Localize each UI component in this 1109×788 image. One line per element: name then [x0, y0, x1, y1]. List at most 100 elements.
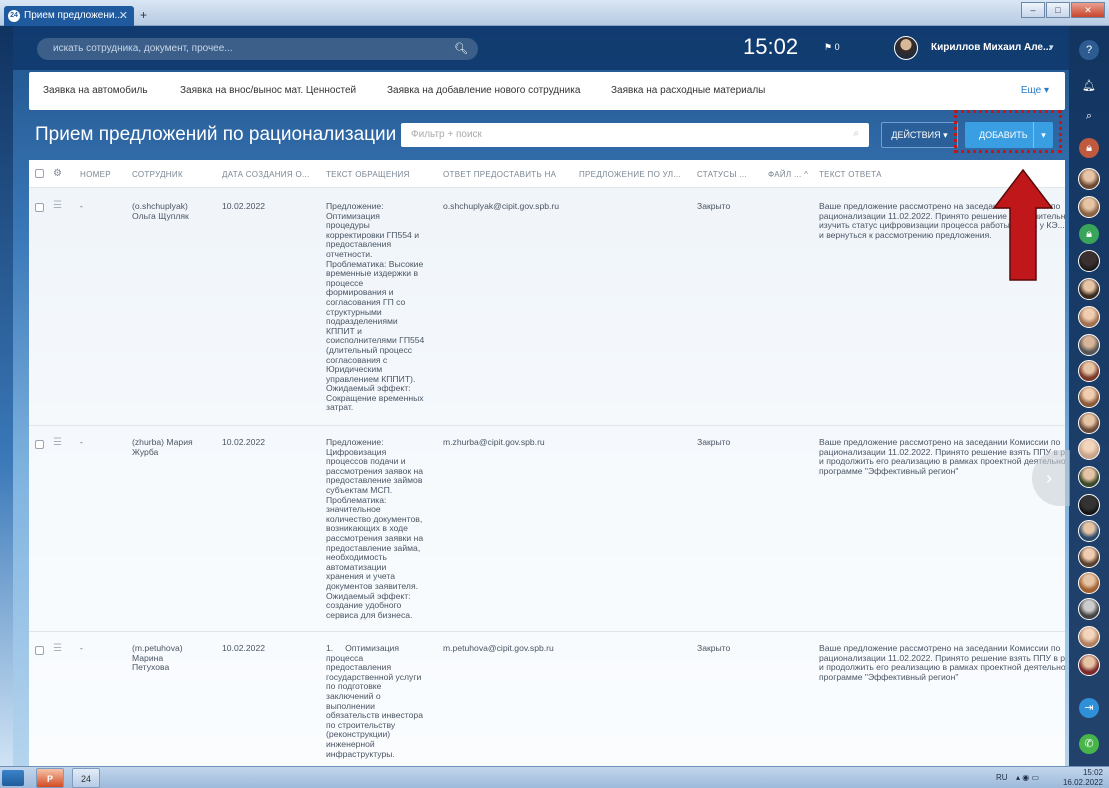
- portal-header: искать сотрудника, документ, прочее... 🔍…: [13, 26, 1069, 70]
- contact-avatar[interactable]: [1078, 334, 1100, 356]
- quick-tab-car[interactable]: Заявка на автомобиль: [43, 85, 148, 96]
- cell-reply-to: m.petuhova@cipit.gov.spb.ru: [443, 643, 554, 653]
- contact-avatar[interactable]: [1078, 598, 1100, 620]
- contact-avatar[interactable]: [1078, 466, 1100, 488]
- row-checkbox[interactable]: [35, 646, 44, 655]
- menu-icon[interactable]: ☰: [53, 200, 62, 211]
- lock-icon[interactable]: 🔒︎: [1079, 224, 1099, 244]
- help-icon[interactable]: ?: [1079, 40, 1099, 60]
- contact-avatar[interactable]: [1078, 250, 1100, 272]
- contact-avatar[interactable]: [1078, 306, 1100, 328]
- contact-avatar[interactable]: [1078, 360, 1100, 382]
- contact-avatar[interactable]: [1078, 654, 1100, 676]
- cell-created: 10.02.2022: [222, 437, 266, 447]
- quick-tab-valuables[interactable]: Заявка на внос/вынос мат. Ценностей: [180, 85, 356, 96]
- cell-text: Предложение: Цифровизация процессов пода…: [326, 437, 424, 620]
- col-proposal[interactable]: ПРЕДЛОЖЕНИЕ ПО УЛ...: [579, 170, 681, 179]
- flag-counter[interactable]: ⚑ 0: [824, 42, 840, 53]
- page-title: Прием предложений по рационализации ☆: [35, 124, 415, 146]
- gear-icon[interactable]: ⚙: [53, 168, 62, 179]
- search-icon[interactable]: ⌕: [853, 128, 859, 139]
- search-icon[interactable]: 🔍︎: [454, 42, 468, 55]
- table-row[interactable]: ☰ - (zhurba) Мария Журба 10.02.2022 Пред…: [29, 426, 1065, 632]
- site-favicon-icon: 24: [8, 10, 20, 22]
- cell-text: 1. Оптимизация процесса предоставления г…: [326, 643, 423, 759]
- cell-number: -: [80, 437, 83, 447]
- global-search-input[interactable]: искать сотрудника, документ, прочее... 🔍…: [37, 38, 478, 60]
- new-tab-button[interactable]: +: [140, 8, 147, 22]
- contact-avatar[interactable]: [1078, 572, 1100, 594]
- page-title-text: Прием предложений по рационализации: [35, 124, 397, 145]
- cell-status: Закрыто: [697, 201, 731, 211]
- close-tab-icon[interactable]: ✕: [119, 9, 128, 22]
- powerpoint-icon[interactable]: P: [36, 768, 64, 788]
- user-avatar[interactable]: [894, 36, 918, 60]
- actions-dropdown-button[interactable]: ДЕЙСТВИЯ ▾: [881, 122, 958, 148]
- browser-tab[interactable]: 24 Прием предложени... ✕: [4, 6, 134, 26]
- search-placeholder: искать сотрудника, документ, прочее...: [53, 43, 233, 54]
- taskbar-clock[interactable]: 15:02 16.02.2022: [1063, 768, 1103, 788]
- cell-number: -: [80, 201, 83, 211]
- quick-requests-bar: Заявка на автомобиль Заявка на внос/выно…: [29, 72, 1065, 110]
- taskbar-time: 15:02: [1082, 768, 1103, 777]
- more-label: Еще: [1020, 85, 1042, 96]
- col-employee[interactable]: СОТРУДНИК: [132, 170, 183, 179]
- chevron-down-icon[interactable]: ▾: [1049, 42, 1054, 53]
- close-window-button[interactable]: ✕: [1071, 2, 1105, 18]
- row-checkbox[interactable]: [35, 203, 44, 212]
- tray-icons[interactable]: ▴ ◉ ▭: [1016, 773, 1039, 782]
- maximize-button[interactable]: □: [1046, 2, 1070, 18]
- menu-icon[interactable]: ☰: [53, 437, 62, 448]
- language-indicator[interactable]: RU: [996, 773, 1008, 782]
- cell-employee[interactable]: (zhurba) Мария Журба: [132, 437, 193, 457]
- contact-avatar[interactable]: [1078, 438, 1100, 460]
- contact-avatar[interactable]: [1078, 386, 1100, 408]
- contact-avatar[interactable]: [1078, 520, 1100, 542]
- quick-tab-new-employee[interactable]: Заявка на добавление нового сотрудника: [387, 85, 580, 96]
- cell-employee[interactable]: (o.shchuplyak) Ольга Щупляк: [132, 201, 189, 221]
- window-controls: – □ ✕: [1021, 2, 1105, 18]
- lock-icon[interactable]: 🔒︎: [1079, 138, 1099, 158]
- contact-avatar[interactable]: [1078, 494, 1100, 516]
- row-checkbox[interactable]: [35, 440, 44, 449]
- contact-avatar[interactable]: [1078, 196, 1100, 218]
- taskbar-date: 16.02.2022: [1062, 778, 1103, 787]
- contact-avatar[interactable]: [1078, 412, 1100, 434]
- contact-avatar[interactable]: [1078, 168, 1100, 190]
- col-text[interactable]: ТЕКСТ ОБРАЩЕНИЯ: [326, 170, 410, 179]
- quick-tab-supplies[interactable]: Заявка на расходные материалы: [611, 85, 765, 96]
- col-file[interactable]: ФАЙЛ ... ^: [768, 170, 808, 179]
- cell-number: -: [80, 643, 83, 653]
- menu-icon[interactable]: ☰: [53, 643, 62, 654]
- contact-avatar[interactable]: [1078, 546, 1100, 568]
- table-row[interactable]: ☰ - (o.shchuplyak) Ольга Щупляк 10.02.20…: [29, 188, 1065, 426]
- contact-avatar[interactable]: [1078, 278, 1100, 300]
- app-badge: 24: [80, 774, 91, 784]
- start-button[interactable]: [2, 770, 24, 786]
- filter-placeholder: Фильтр + поиск: [411, 129, 482, 140]
- cell-employee[interactable]: (m.petuhova) Марина Петухова: [132, 643, 183, 673]
- phone-icon[interactable]: ✆: [1079, 734, 1099, 754]
- logout-icon[interactable]: ⇥: [1079, 698, 1099, 718]
- cell-status: Закрыто: [697, 437, 731, 447]
- select-all-checkbox[interactable]: [35, 169, 44, 178]
- minimize-button[interactable]: –: [1021, 2, 1045, 18]
- more-menu[interactable]: Еще ▾: [1021, 85, 1049, 96]
- user-name[interactable]: Кириллов Михаил Але...: [931, 42, 1051, 53]
- desktop-edge: [0, 0, 13, 766]
- col-answer[interactable]: ТЕКСТ ОТВЕТА: [819, 170, 882, 179]
- bell-icon[interactable]: 🔔︎: [1079, 76, 1099, 96]
- col-created[interactable]: ДАТА СОЗДАНИЯ О...: [222, 170, 310, 179]
- search-icon[interactable]: ⌕: [1079, 106, 1099, 126]
- header-clock: 15:02: [743, 34, 799, 59]
- col-reply-to[interactable]: ОТВЕТ ПРЕДОСТАВИТЬ НА: [443, 170, 556, 179]
- up-arrow-annotation-icon: [992, 168, 1054, 281]
- app-taskbar-item[interactable]: 24: [72, 768, 100, 788]
- browser-tab-bar: 24 Прием предложени... ✕ + – □ ✕: [0, 0, 1109, 26]
- filter-search-input[interactable]: Фильтр + поиск ⌕: [401, 123, 869, 147]
- col-file-label: ФАЙЛ ...: [768, 170, 802, 179]
- contact-avatar[interactable]: [1078, 626, 1100, 648]
- col-status[interactable]: СТАТУСЫ ...: [697, 170, 747, 179]
- col-number[interactable]: НОМЕР: [80, 170, 111, 179]
- table-row[interactable]: ☰ - (m.petuhova) Марина Петухова 10.02.2…: [29, 632, 1065, 766]
